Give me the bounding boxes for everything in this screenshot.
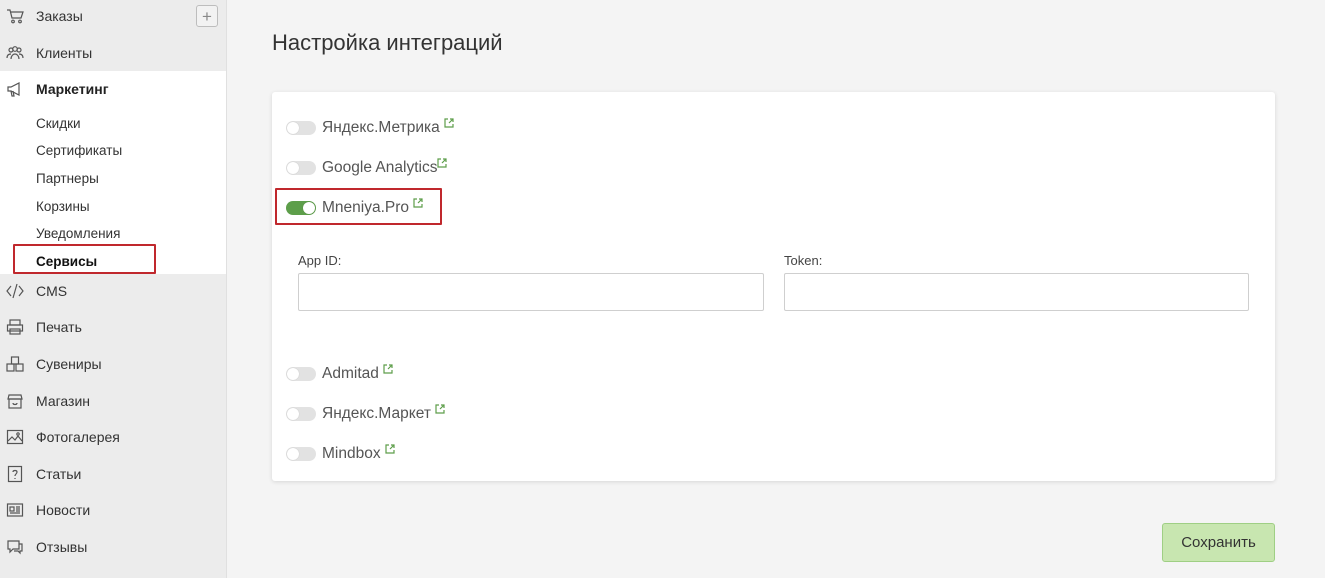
save-button[interactable]: Сохранить	[1162, 523, 1275, 562]
sidebar-item-print[interactable]: Печать	[0, 309, 226, 345]
service-row-mneniya-pro: Mneniya.Pro	[286, 196, 423, 220]
sidebar-item-label: CMS	[36, 283, 68, 299]
sidebar-item-orders[interactable]: Заказы	[0, 0, 226, 34]
token-input[interactable]	[784, 273, 1249, 311]
page-title: Настройка интеграций	[272, 30, 503, 55]
external-link-icon[interactable]	[437, 158, 448, 168]
printer-icon	[5, 318, 25, 336]
sidebar-item-label: Заказы	[36, 8, 83, 24]
article-icon	[5, 465, 25, 483]
boxes-icon	[5, 355, 25, 373]
service-label: Mindbox	[322, 445, 381, 462]
app-id-input[interactable]	[298, 273, 764, 311]
gallery-icon	[5, 428, 25, 446]
sidebar-item-cms[interactable]: CMS	[0, 273, 226, 309]
shop-icon	[5, 392, 25, 410]
sidebar-item-label: Новости	[36, 502, 91, 518]
external-link-icon[interactable]	[383, 364, 393, 374]
sidebar-sub-partners[interactable]: Партнеры	[36, 171, 99, 186]
sidebar-item-label: Фотогалерея	[36, 429, 120, 445]
mindbox-toggle[interactable]	[286, 447, 316, 461]
external-link-icon[interactable]	[444, 118, 454, 128]
add-label: +	[202, 6, 212, 26]
news-icon	[5, 501, 25, 519]
yandex-market-toggle[interactable]	[286, 407, 316, 421]
service-label: Яндекс.Метрика	[322, 119, 440, 136]
sidebar-item-reviews[interactable]: Отзывы	[0, 529, 226, 565]
sidebar-item-articles[interactable]: Статьи	[0, 456, 226, 492]
sidebar-sub-certificates[interactable]: Сертификаты	[36, 143, 122, 158]
sidebar-item-label: Печать	[36, 319, 82, 335]
sidebar-item-souvenirs[interactable]: Сувениры	[0, 346, 226, 382]
sidebar-sub-carts[interactable]: Корзины	[36, 199, 90, 214]
service-label: Admitad	[322, 365, 379, 382]
yandex-metrika-toggle[interactable]	[286, 121, 316, 135]
external-link-icon[interactable]	[384, 444, 395, 454]
megaphone-icon	[5, 80, 25, 98]
sidebar-sub-notifications[interactable]: Уведомления	[36, 226, 120, 241]
service-label: Mneniya.Pro	[322, 199, 410, 216]
external-link-icon[interactable]	[413, 198, 423, 208]
external-link-icon[interactable]	[435, 404, 445, 414]
sidebar-sub-discounts[interactable]: Скидки	[36, 116, 81, 131]
sidebar-item-label: Сувениры	[36, 356, 102, 372]
sidebar-item-label: Магазин	[36, 393, 91, 409]
sidebar-item-gallery[interactable]: Фотогалерея	[0, 419, 226, 455]
reviews-icon	[5, 538, 25, 556]
admitad-toggle[interactable]	[286, 367, 316, 381]
sidebar-item-label: Клиенты	[36, 45, 93, 61]
cart-icon	[5, 7, 25, 25]
app-id-label: App ID:	[298, 253, 342, 268]
integrations-card: Яндекс.Метрика Google Analytics Mneniya.…	[272, 92, 1275, 481]
sidebar-item-label: Маркетинг	[36, 81, 109, 97]
service-label: Яндекс.Маркет	[322, 405, 431, 422]
service-row-yandex-market: Яндекс.Маркет	[286, 402, 445, 426]
sidebar-item-label: Отзывы	[36, 539, 88, 555]
google-analytics-toggle[interactable]	[286, 161, 316, 175]
service-row-mindbox: Mindbox	[286, 442, 395, 466]
sidebar-item-label: Статьи	[36, 466, 82, 482]
service-row-admitad: Admitad	[286, 362, 393, 386]
users-icon	[5, 44, 25, 62]
service-label: Google Analytics	[322, 159, 438, 176]
add-order-button[interactable]: +	[196, 5, 218, 27]
services-highlight-box	[13, 244, 156, 274]
code-icon	[5, 282, 25, 300]
token-label: Token:	[784, 253, 823, 268]
sidebar: Заказы + Клиенты Маркетинг Скидки Сертиф…	[0, 0, 227, 578]
sidebar-item-marketing[interactable]: Маркетинг	[0, 71, 226, 107]
sidebar-item-news[interactable]: Новости	[0, 492, 226, 528]
sidebar-item-clients[interactable]: Клиенты	[0, 35, 226, 71]
mneniya-pro-toggle[interactable]	[286, 201, 316, 215]
service-row-google-analytics: Google Analytics	[286, 156, 448, 180]
sidebar-item-shop[interactable]: Магазин	[0, 383, 226, 419]
service-row-yandex-metrika: Яндекс.Метрика	[286, 116, 454, 140]
